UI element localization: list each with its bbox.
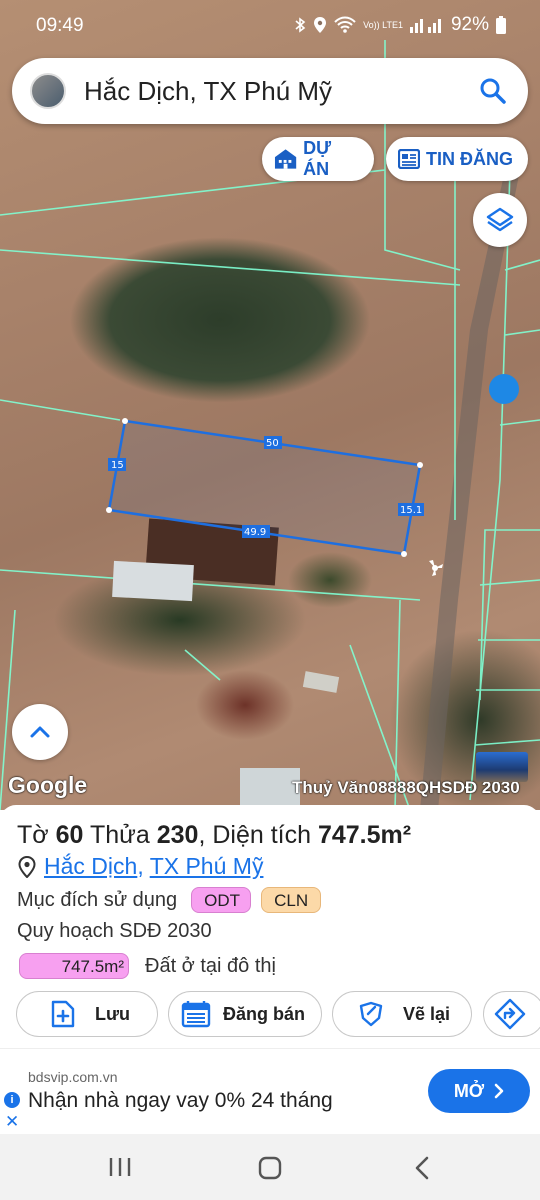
purpose-tag-cln[interactable]: CLN [261,887,322,913]
layers-icon [486,207,514,232]
search-icon[interactable] [478,76,508,106]
parcel-info-sheet: Tờ 60 Thửa 230, Diện tích 747.5m² Hắc Dị… [0,805,540,1048]
battery-icon [496,16,506,34]
ad-open-label: MỞ [453,1080,485,1101]
post-button-label: Đăng bán [223,1003,306,1024]
google-logo: Google [8,772,88,798]
location-thumbnail[interactable] [30,73,66,109]
post-for-sale-button[interactable]: Đăng bán [168,991,322,1037]
ad-open-button[interactable]: MỞ [428,1069,530,1113]
user-avatar-thumbnail[interactable] [476,752,528,782]
chevron-right-icon [494,1083,504,1099]
signal-icon [409,19,441,33]
wifi-icon [334,16,356,33]
chevron-up-icon [30,726,50,738]
small-structure [302,671,340,693]
area-label: , Diện tích [198,821,311,849]
layers-button[interactable] [473,193,527,247]
project-chip-label: DỰ ÁN [303,138,332,179]
action-bar: Lưu Đăng bán Vẽ lại [16,991,540,1037]
save-button-label: Lưu [95,1003,131,1024]
dimension-right: 15.1 [400,505,422,516]
building-roof-white [112,560,194,602]
area-value: 747.5m² [317,821,412,849]
dimension-bottom: 49.9 [244,527,266,538]
parcel-number: 230 [156,821,199,849]
bluetooth-icon [295,17,306,33]
parcel-label: Thửa [89,821,150,849]
sheet-number: 60 [55,821,84,849]
directions-button[interactable] [483,991,540,1037]
redraw-button-label: Vẽ lại [403,1003,451,1024]
recent-apps-icon[interactable] [108,1156,132,1178]
home-icon[interactable] [258,1156,282,1180]
calendar-icon [181,1001,211,1028]
save-button[interactable]: Lưu [16,991,158,1037]
parcel-title: Tờ 60 Thửa 230, Diện tích 747.5m² [17,821,411,850]
map-pin-icon [18,855,36,878]
address-row: Hắc Dịch, TX Phú Mỹ [18,853,263,880]
status-time: 09:49 [36,15,84,36]
ad-domain: bdsvip.com.vn [28,1069,118,1085]
newspaper-icon [398,149,420,169]
listing-chip[interactable]: TIN ĐĂNG [386,137,528,181]
sheet-label: Tờ [17,821,49,849]
land-purpose-row: Mục đích sử dụng ODT CLN [17,887,322,913]
road [420,170,520,810]
status-bar: 09:49 Vo)) LTE1 92% [0,0,540,52]
purpose-label: Mục đích sử dụng [17,888,178,911]
ad-info-icon[interactable]: i [4,1092,20,1108]
building-icon [274,149,297,169]
directions-icon [494,998,526,1030]
search-bar[interactable]: Hắc Dịch, TX Phú Mỹ [12,58,528,124]
pen-icon [359,1001,383,1027]
ad-banner[interactable]: i ✕ bdsvip.com.vn Nhận nhà ngay vay 0% 2… [0,1048,540,1132]
compass-icon [429,560,443,576]
purpose-tag-odt[interactable]: ODT [191,887,252,913]
commune-link[interactable]: Hắc Dịch [44,853,137,879]
listing-chip-label: TIN ĐĂNG [426,148,513,169]
location-icon [314,17,327,33]
battery-percent: 92% [450,14,489,35]
town-link[interactable]: TX Phú Mỹ [150,853,264,879]
plan-area-row: 747.5m² Đất ở tại đô thị [19,953,276,979]
status-icons: Vo)) LTE1 92% [294,14,506,36]
ad-close-icon[interactable]: ✕ [5,1112,19,1132]
satellite-map[interactable]: 50 15 49.9 15.1 09:49 Vo)) LTE1 92% Hắc … [0,0,540,810]
plan-area-badge: 747.5m² [19,953,129,979]
add-file-icon [51,1000,75,1028]
redraw-button[interactable]: Vẽ lại [332,991,472,1037]
back-icon[interactable] [414,1156,430,1180]
my-location-dot[interactable] [489,374,519,404]
expand-up-button[interactable] [12,704,68,760]
dimension-left: 15 [111,460,124,471]
plan-description: Đất ở tại đô thị [145,954,276,977]
dimension-top: 50 [266,438,279,449]
project-chip[interactable]: DỰ ÁN [262,137,374,181]
search-query[interactable]: Hắc Dịch, TX Phú Mỹ [84,76,332,107]
network-label: Vo)) LTE1 [363,19,403,30]
address-separator: , [137,853,144,879]
ad-headline[interactable]: Nhận nhà ngay vay 0% 24 tháng [28,1089,333,1113]
system-nav-bar [0,1134,540,1200]
plan-label: Quy hoạch SDĐ 2030 [17,920,212,942]
building-roof-bottom [240,768,300,810]
